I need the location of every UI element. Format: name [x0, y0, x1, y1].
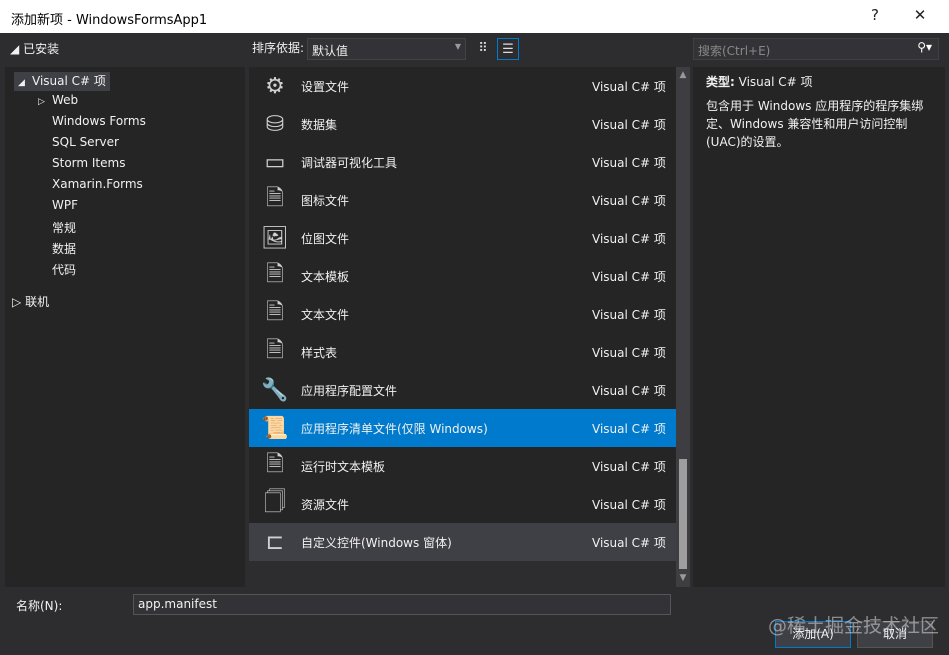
item-icon: 🖼 [261, 225, 289, 251]
item-type: Visual C# 项 [592, 345, 666, 360]
search-icon[interactable]: ⚲▾ [917, 40, 932, 54]
scrollbar[interactable]: ▲ ▼ [676, 67, 690, 587]
description: 包含用于 Windows 应用程序的程序集绑定、Windows 兼容性和用户访问… [706, 99, 924, 149]
item-icon: ⊏ [265, 529, 285, 555]
name-label: 名称(N): [16, 599, 63, 613]
item-name: 设置文件 [301, 79, 350, 94]
close-button[interactable]: ✕ [905, 6, 935, 28]
item-name: 位图文件 [301, 231, 350, 246]
list-item[interactable]: ⊏ 自定义控件(Windows 窗体) Visual C# 项 [249, 523, 676, 561]
item-name: 文本文件 [301, 307, 350, 322]
title-bar: 添加新项 - WindowsFormsApp1 [0, 0, 949, 33]
expand-icon: ◢ [18, 78, 25, 88]
item-icon: 📜 [261, 415, 289, 441]
item-type: Visual C# 项 [592, 193, 666, 208]
tree-item[interactable]: ▷ Web [38, 93, 78, 107]
item-type: Visual C# 项 [592, 307, 666, 322]
list-item[interactable]: 📜 应用程序清单文件(仅限 Windows) Visual C# 项 [249, 409, 676, 447]
list-item[interactable]: 🗍 资源文件 Visual C# 项 [249, 485, 676, 523]
help-button[interactable]: ? [860, 6, 890, 28]
search-input[interactable]: 搜索(Ctrl+E) ⚲▾ [693, 38, 939, 60]
expand-icon: ▷ [38, 97, 45, 107]
collapse-icon: ◢ [10, 42, 20, 56]
item-type: Visual C# 项 [592, 383, 666, 398]
item-icon: 🗍 [264, 490, 286, 515]
tree-item[interactable]: SQL Server [38, 135, 119, 149]
scroll-down-icon[interactable]: ▼ [676, 573, 690, 583]
list-item[interactable]: 🖼 位图文件 Visual C# 项 [249, 219, 676, 257]
type-value: Visual C# 项 [738, 75, 813, 89]
tree-item[interactable]: Storm Items [38, 156, 125, 170]
template-list: ⚙ 设置文件 Visual C# 项 ⛁ 数据集 Visual C# 项 ▭ 调试器可视化工具… [249, 67, 676, 561]
watermark: @稀土掘金技术社区 [768, 615, 940, 637]
item-icon: 🗎 [266, 300, 284, 325]
item-name: 文本模板 [301, 269, 350, 284]
item-type: Visual C# 项 [592, 117, 666, 132]
grid-view-icon[interactable]: ⠿ [472, 38, 494, 60]
tree-item[interactable]: 常规 [38, 219, 76, 236]
sort-dropdown[interactable]: 默认值 ▼ [307, 38, 466, 60]
item-icon: ▭ [264, 149, 286, 175]
type-label: 类型: [706, 75, 735, 89]
item-name: 资源文件 [301, 497, 350, 512]
name-input[interactable]: app.manifest [133, 594, 671, 615]
item-type: Visual C# 项 [592, 497, 666, 512]
list-item[interactable]: ▭ 调试器可视化工具 Visual C# 项 [249, 143, 676, 181]
item-icon: ⛁ [265, 111, 285, 137]
details-panel: 类型: Visual C# 项 包含用于 Windows 应用程序的程序集绑定、… [693, 67, 945, 587]
item-icon: 🗎 [266, 186, 284, 211]
item-icon: 🗎 [266, 338, 284, 363]
scroll-up-icon[interactable]: ▲ [676, 70, 690, 80]
item-name: 数据集 [301, 117, 338, 132]
item-name: 调试器可视化工具 [301, 155, 398, 170]
expand-icon: ▷ [12, 295, 22, 309]
item-name: 应用程序清单文件(仅限 Windows) [301, 421, 488, 436]
tree-item[interactable]: WPF [38, 198, 78, 212]
item-type: Visual C# 项 [592, 421, 666, 436]
item-name: 样式表 [301, 345, 338, 360]
window-title: 添加新项 - WindowsFormsApp1 [11, 13, 208, 28]
item-type: Visual C# 项 [592, 231, 666, 246]
tree-item[interactable]: Xamarin.Forms [38, 177, 143, 191]
item-icon: 🗎 [266, 452, 284, 477]
list-item[interactable]: 🗎 文本文件 Visual C# 项 [249, 295, 676, 333]
item-type: Visual C# 项 [592, 79, 666, 94]
list-item[interactable]: ⛁ 数据集 Visual C# 项 [249, 105, 676, 143]
item-name: 运行时文本模板 [301, 459, 386, 474]
item-icon: ⚙ [265, 73, 285, 99]
tree-online[interactable]: ▷ 联机 [12, 293, 49, 310]
item-name: 图标文件 [301, 193, 350, 208]
item-name: 应用程序配置文件 [301, 383, 398, 398]
list-item[interactable]: 🗎 运行时文本模板 Visual C# 项 [249, 447, 676, 485]
list-item[interactable]: 🗎 文本模板 Visual C# 项 [249, 257, 676, 295]
item-type: Visual C# 项 [592, 459, 666, 474]
tree-item[interactable]: Windows Forms [38, 114, 146, 128]
item-type: Visual C# 项 [592, 535, 666, 550]
tree-item[interactable]: 数据 [38, 240, 76, 257]
item-icon: 🗎 [266, 262, 284, 287]
list-item[interactable]: 🔧 应用程序配置文件 Visual C# 项 [249, 371, 676, 409]
item-icon: 🔧 [261, 377, 289, 403]
item-type: Visual C# 项 [592, 269, 666, 284]
list-view-icon[interactable]: ☰ [497, 38, 519, 60]
sort-label: 排序依据: [252, 41, 305, 55]
item-type: Visual C# 项 [592, 155, 666, 170]
list-item[interactable]: ⚙ 设置文件 Visual C# 项 [249, 67, 676, 105]
tree-item[interactable]: 代码 [38, 261, 76, 278]
list-item[interactable]: 🗎 图标文件 Visual C# 项 [249, 181, 676, 219]
tree-item[interactable]: ◢ Visual C# 项 [14, 72, 110, 91]
list-item[interactable]: 🗎 样式表 Visual C# 项 [249, 333, 676, 371]
chevron-down-icon: ▼ [454, 42, 461, 51]
tree-installed[interactable]: ◢ 已安装 [10, 40, 59, 57]
item-name: 自定义控件(Windows 窗体) [301, 535, 452, 550]
scroll-thumb[interactable] [679, 459, 687, 569]
